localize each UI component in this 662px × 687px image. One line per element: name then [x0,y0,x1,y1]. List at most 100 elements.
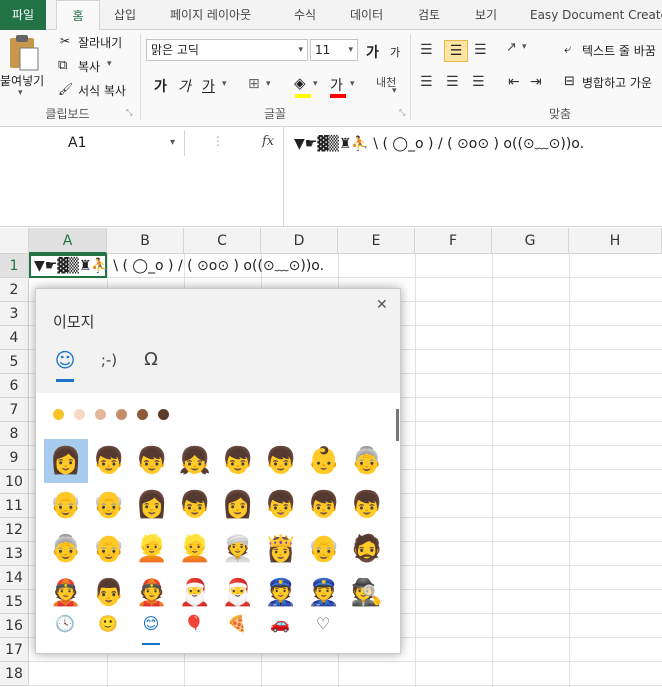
paste-button[interactable]: 붙여넣기 [0,72,44,89]
recent-icon[interactable]: 🕓 [50,609,80,639]
chevron-down-icon[interactable]: ▾ [350,79,355,89]
increase-indent-icon[interactable]: ⇥ [530,74,542,90]
emoji-item[interactable]: 👧 [173,439,217,483]
row-header-17[interactable]: 17 [0,638,29,662]
chevron-down-icon[interactable]: ▾ [313,79,318,89]
chevron-down-icon[interactable]: ▾ [18,88,23,98]
emoji-item[interactable]: 👴 [87,483,131,527]
emoji-item[interactable]: 👦 [345,483,389,527]
scrollbar-thumb[interactable] [396,409,399,441]
column-header-g[interactable]: G [492,228,569,254]
row-header-16[interactable]: 16 [0,614,29,638]
emoji-item[interactable]: 👦 [302,483,346,527]
column-header-c[interactable]: C [184,228,261,254]
row-header-10[interactable]: 10 [0,470,29,494]
row-header-6[interactable]: 6 [0,374,29,398]
column-header-d[interactable]: D [261,228,338,254]
tab-insert[interactable]: 삽입 [114,0,136,30]
emoji-item[interactable]: 👱 [173,527,217,571]
cut-icon[interactable]: ✂ [60,34,70,48]
wrap-text-icon[interactable]: ⤶ [564,42,571,57]
row-header-14[interactable]: 14 [0,566,29,590]
close-icon[interactable]: ✕ [376,297,388,313]
kaomoji-tab[interactable]: ;-) [94,345,124,375]
row-header-12[interactable]: 12 [0,518,29,542]
emoji-item[interactable]: 👦 [173,483,217,527]
italic-button[interactable]: 가 [178,76,191,96]
skin-tone-5[interactable] [137,409,148,420]
underline-button[interactable]: 가 [202,76,215,96]
dialog-launcher-icon[interactable]: ⤡ [399,108,405,118]
emoji-item[interactable]: 👴 [87,527,131,571]
column-header-b[interactable]: B [107,228,184,254]
skin-tone-4[interactable] [116,409,127,420]
tab-page-layout[interactable]: 페이지 레이아웃 [170,0,251,30]
row-header-9[interactable]: 9 [0,446,29,470]
column-header-e[interactable]: E [338,228,415,254]
symbols-tab[interactable]: Ω [136,345,166,375]
tab-data[interactable]: 데이터 [350,0,383,30]
emoji-item[interactable]: 👶 [302,439,346,483]
emoji-item[interactable]: 👩 [44,439,88,483]
row-header-3[interactable]: 3 [0,302,29,326]
tab-home[interactable]: 홈 [56,0,100,31]
grow-font-button[interactable]: 가 [366,42,379,62]
chevron-down-icon[interactable]: ▾ [266,79,271,89]
emoji-item[interactable]: 🧔 [345,527,389,571]
pizza-icon[interactable]: 🍕 [222,609,252,639]
font-color-icon[interactable]: 가 [330,75,343,95]
align-middle-icon[interactable]: ☰ [444,40,468,62]
row-header-5[interactable]: 5 [0,350,29,374]
wrap-text-button[interactable]: 텍스트 줄 바꿈 [582,42,662,59]
emoji-item[interactable]: 👦 [216,439,260,483]
emoji-item[interactable]: 👸 [259,527,303,571]
align-right-icon[interactable]: ☰ [472,74,485,90]
tab-easy-document-creator[interactable]: Easy Document Creator [530,0,662,30]
emoji-item[interactable]: 👳 [216,527,260,571]
smiley-icon[interactable]: 🙂 [93,609,123,639]
fx-button[interactable]: fx [262,134,274,149]
row-header-7[interactable]: 7 [0,398,29,422]
font-size-select[interactable]: 11 ▾ [310,39,358,61]
row-header-4[interactable]: 4 [0,326,29,350]
column-header-h[interactable]: H [569,228,662,254]
copy-button[interactable]: 복사 [78,58,100,75]
chevron-down-icon[interactable]: ▾ [107,59,112,69]
skin-tone-1[interactable] [53,409,64,420]
row-header-2[interactable]: 2 [0,278,29,302]
name-box[interactable]: A1 [0,130,185,156]
row-header-13[interactable]: 13 [0,542,29,566]
skin-tone-6[interactable] [158,409,169,420]
tab-formulas[interactable]: 수식 [294,0,316,30]
emoji-item[interactable]: 👩 [216,483,260,527]
row-header-18[interactable]: 18 [0,662,29,686]
emoji-item[interactable]: 👦 [87,439,131,483]
emoji-item[interactable]: 👩 [130,483,174,527]
emoji-item[interactable]: 👴 [44,483,88,527]
skin-tone-3[interactable] [95,409,106,420]
merge-icon[interactable]: ⊟ [564,74,575,89]
align-bottom-icon[interactable]: ☰ [474,42,487,58]
more-options-icon[interactable]: ⋮ [212,134,224,148]
emoji-item[interactable]: 👴 [302,527,346,571]
row-header-11[interactable]: 11 [0,494,29,518]
brush-icon[interactable]: 🖌 [58,82,73,96]
dialog-launcher-icon[interactable]: ⤡ [126,108,132,118]
chevron-down-icon[interactable]: ▾ [392,86,397,96]
column-header-a[interactable]: A [29,228,107,254]
emoji-item[interactable]: 👱 [130,527,174,571]
tab-view[interactable]: 보기 [475,0,497,30]
fill-color-icon[interactable]: ◈ [294,74,306,92]
chevron-down-icon[interactable]: ▾ [170,137,175,148]
align-left-icon[interactable]: ☰ [420,74,433,90]
column-header-f[interactable]: F [415,228,492,254]
emoji-item[interactable]: 🕵 [345,571,389,615]
skin-tone-2[interactable] [74,409,85,420]
emoji-item[interactable]: 👵 [44,527,88,571]
balloon-icon[interactable]: 🎈 [179,609,209,639]
car-icon[interactable]: 🚗 [265,609,295,639]
tab-review[interactable]: 검토 [418,0,440,30]
borders-icon[interactable]: ⊞ [248,76,260,92]
font-family-select[interactable]: 맑은 고딕 ▾ [146,39,308,61]
row-header-1[interactable]: 1 [0,254,29,278]
